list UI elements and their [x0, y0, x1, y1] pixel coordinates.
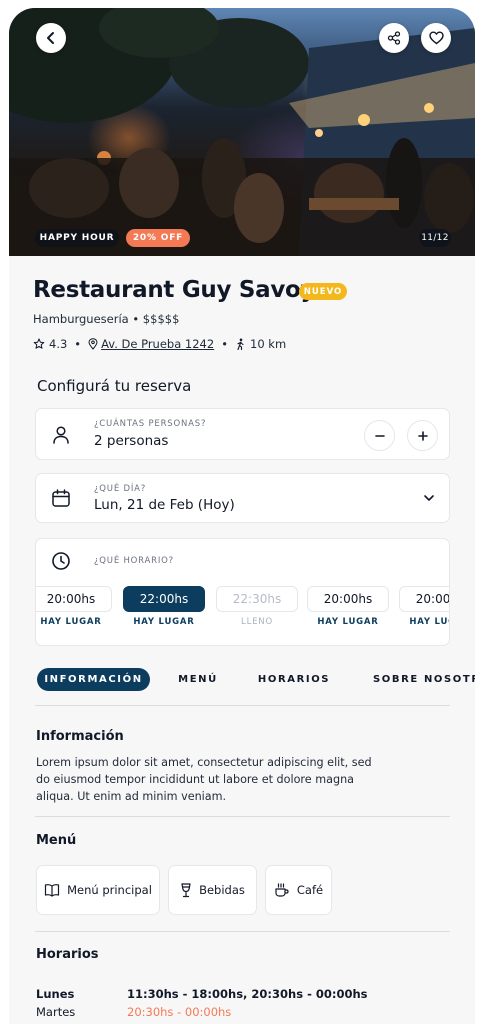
restaurant-category: Hamburguesería • $$$$$: [33, 312, 180, 326]
share-button[interactable]: [379, 23, 409, 53]
divider: [35, 816, 450, 817]
hours-range: 11:30hs - 18:00hs, 20:30hs - 00:00hs: [127, 987, 368, 1001]
info-heading: Información: [36, 729, 124, 744]
tab-horarios[interactable]: HORARIOS: [257, 668, 331, 691]
section-tabs: INFORMACIÓN MENÚ HORARIOS SOBRE NOSOTROS: [35, 668, 475, 694]
calendar-icon: [52, 489, 70, 507]
time-slots: 20:00hs HAY LUGAR 22:00hs HAY LUGAR 22:3…: [36, 586, 449, 636]
hours-row: Lunes 11:30hs - 18:00hs, 20:30hs - 00:00…: [36, 987, 436, 1003]
tab-informacion[interactable]: INFORMACIÓN: [37, 668, 150, 691]
day-label: ¿QUÉ DÍA?: [94, 484, 147, 494]
time-slot[interactable]: 20:00hs HAY LUGAR: [36, 586, 112, 627]
hours-heading: Horarios: [36, 947, 99, 962]
time-slot-status: HAY LUGAR: [40, 617, 102, 627]
time-selector: ¿QUÉ HORARIO? 20:00hs HAY LUGAR 22:00hs …: [35, 538, 450, 646]
menu-item-label: Menú principal: [67, 883, 152, 897]
address-link[interactable]: Av. De Prueba 1242: [101, 337, 214, 351]
increase-people-button[interactable]: [407, 420, 438, 451]
time-slot-time: 22:30hs: [216, 586, 298, 612]
time-slot-status: HAY LUGAR: [133, 617, 195, 627]
time-slot[interactable]: 20:00hs HAY LUGAR: [399, 586, 449, 627]
day-value: Lun, 21 de Feb (Hoy): [94, 497, 235, 513]
time-slot-status: HAY LUGAR: [409, 617, 449, 627]
star-icon: [33, 338, 45, 349]
time-slot-time: 20:00hs: [307, 586, 389, 612]
photo-counter: 11/12: [419, 229, 451, 247]
menu-heading: Menú: [36, 833, 77, 848]
happy-hour-chip: HAPPY HOUR: [35, 229, 119, 247]
book-icon: [44, 884, 60, 897]
people-selector: ¿CUÁNTAS PERSONAS? 2 personas: [35, 408, 450, 460]
tab-sobre-nosotros[interactable]: SOBRE NOSOTROS: [373, 668, 475, 691]
hours-range: 20:30hs - 00:00hs: [127, 1005, 232, 1019]
hero-photo[interactable]: HAPPY HOUR 20% OFF 11/12: [9, 8, 475, 256]
separator-dot: •: [221, 337, 228, 351]
main-menu-button[interactable]: Menú principal: [36, 865, 160, 915]
location-pin-icon: [88, 338, 98, 350]
time-slot-disabled: 22:30hs LLENO: [216, 586, 298, 627]
favorite-button[interactable]: [421, 23, 451, 53]
info-text: Lorem ipsum dolor sit amet, consectetur …: [36, 756, 372, 803]
reservation-heading: Configurá tu reserva: [37, 377, 192, 395]
time-slot-status: LLENO: [241, 617, 273, 627]
chevron-left-icon: [47, 32, 54, 44]
new-badge: NUEVO: [299, 283, 347, 300]
divider: [35, 931, 450, 932]
time-slot[interactable]: 20:00hs HAY LUGAR: [307, 586, 389, 627]
share-icon: [387, 31, 401, 45]
time-slot-time: 20:00hs: [36, 586, 112, 612]
heart-icon: [428, 31, 444, 45]
back-button[interactable]: [36, 23, 66, 53]
restaurant-name: Restaurant Guy Savoy: [33, 277, 316, 303]
wine-glass-icon: [181, 882, 191, 897]
time-slot-status: HAY LUGAR: [317, 617, 379, 627]
decrease-people-button[interactable]: [364, 420, 395, 451]
coffee-cup-icon: [275, 883, 289, 897]
distance-value: 10 km: [250, 337, 287, 351]
hours-day: Lunes: [36, 987, 75, 1001]
time-slot-time: 22:00hs: [123, 586, 205, 612]
time-slot-time: 20:00hs: [399, 586, 449, 612]
people-label: ¿CUÁNTAS PERSONAS?: [94, 419, 207, 429]
walking-icon: [237, 338, 244, 350]
hours-day: Martes: [36, 1005, 76, 1019]
chevron-down-icon: [424, 495, 434, 501]
restaurant-meta: 4.3 • Av. De Prueba 1242 • 10 km: [33, 336, 286, 352]
separator-dot: •: [74, 337, 82, 351]
people-value: 2 personas: [94, 433, 169, 449]
rating-value: 4.3: [49, 337, 68, 351]
menu-item-label: Bebidas: [199, 883, 245, 897]
drinks-button[interactable]: Bebidas: [168, 865, 257, 915]
hours-row: Martes 20:30hs - 00:00hs: [36, 1005, 436, 1021]
tabs-divider: [35, 705, 450, 706]
discount-chip: 20% OFF: [126, 229, 190, 247]
coffee-button[interactable]: Café: [265, 865, 332, 915]
minus-icon: [374, 434, 385, 437]
tab-menu[interactable]: MENÚ: [175, 668, 221, 691]
plus-icon: [417, 430, 428, 441]
person-icon: [53, 426, 69, 444]
day-selector[interactable]: ¿QUÉ DÍA? Lun, 21 de Feb (Hoy): [35, 473, 450, 523]
menu-item-label: Café: [296, 883, 324, 897]
time-label: ¿QUÉ HORARIO?: [94, 556, 174, 566]
phone-screen: HAPPY HOUR 20% OFF 11/12 Restaurant Guy …: [9, 8, 475, 1024]
clock-icon: [52, 552, 70, 570]
time-slot-selected[interactable]: 22:00hs HAY LUGAR: [123, 586, 205, 627]
